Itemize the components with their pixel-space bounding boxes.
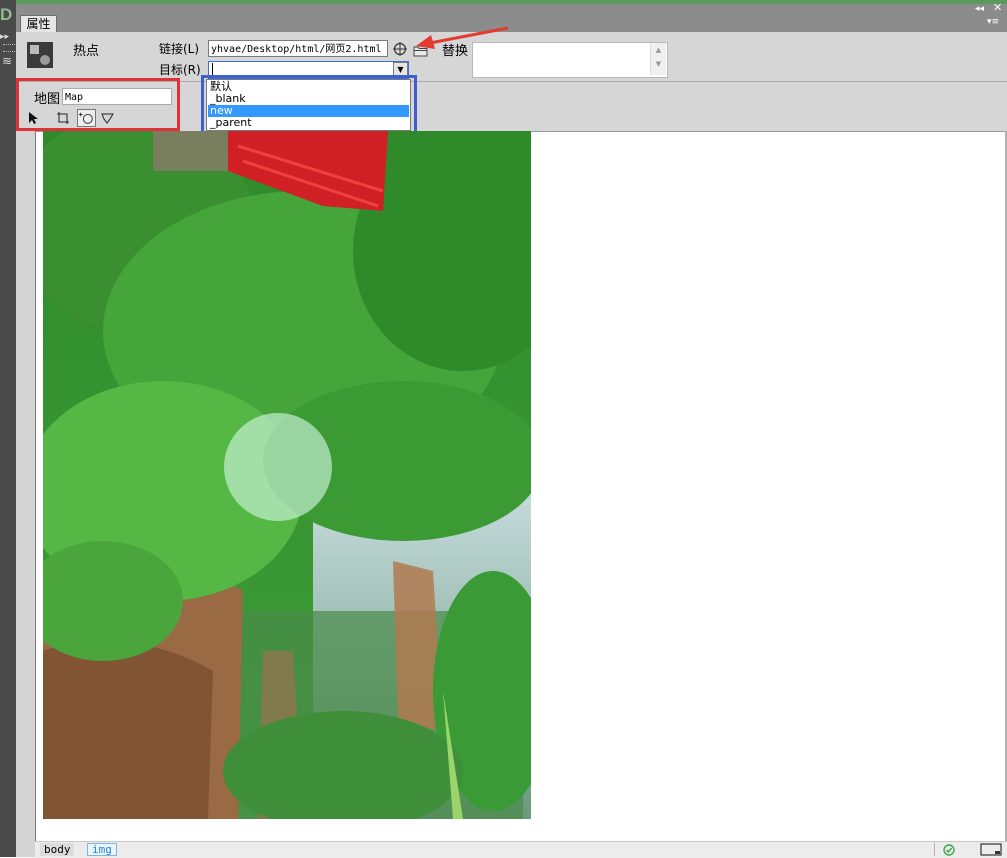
close-icon[interactable]: ✕	[993, 2, 1005, 14]
target-label: 目标(R)	[159, 63, 201, 77]
link-input[interactable]: yhvae/Desktop/html/网页2.html	[208, 40, 388, 57]
panel-options-menu-icon[interactable]: ▾≡	[987, 16, 1005, 28]
tab-properties[interactable]: 属性	[20, 15, 57, 33]
point-to-file-icon[interactable]	[393, 42, 407, 56]
circle-hotspot-area[interactable]	[224, 413, 332, 521]
panel-grip-handle[interactable]	[3, 44, 15, 52]
annotation-red-box	[16, 78, 180, 131]
hotspot-heading: 热点	[73, 44, 100, 59]
document-left-gutter	[16, 131, 36, 857]
insert-panel-icon[interactable]: ≋	[2, 54, 16, 76]
collapse-panel-icon[interactable]: ◂◂	[975, 3, 989, 15]
tag-selector-bar	[35, 841, 1007, 858]
app-logo: D	[0, 4, 16, 26]
tag-img[interactable]: img	[87, 843, 117, 856]
tag-body[interactable]: body	[40, 843, 74, 856]
check-icon[interactable]	[943, 844, 955, 856]
annotation-red-arrow	[416, 26, 509, 49]
link-label: 链接(L)	[159, 42, 200, 56]
left-toolbar-strip	[0, 0, 16, 857]
annotation-blue-box	[201, 75, 417, 135]
window-size-icon[interactable]	[980, 843, 1002, 856]
status-divider	[934, 843, 935, 856]
hotspot-type-icon	[27, 42, 53, 68]
alt-scrollbar[interactable]: ▲ ▼	[650, 43, 666, 75]
expand-panels-icon[interactable]: ▸▸	[0, 32, 16, 42]
